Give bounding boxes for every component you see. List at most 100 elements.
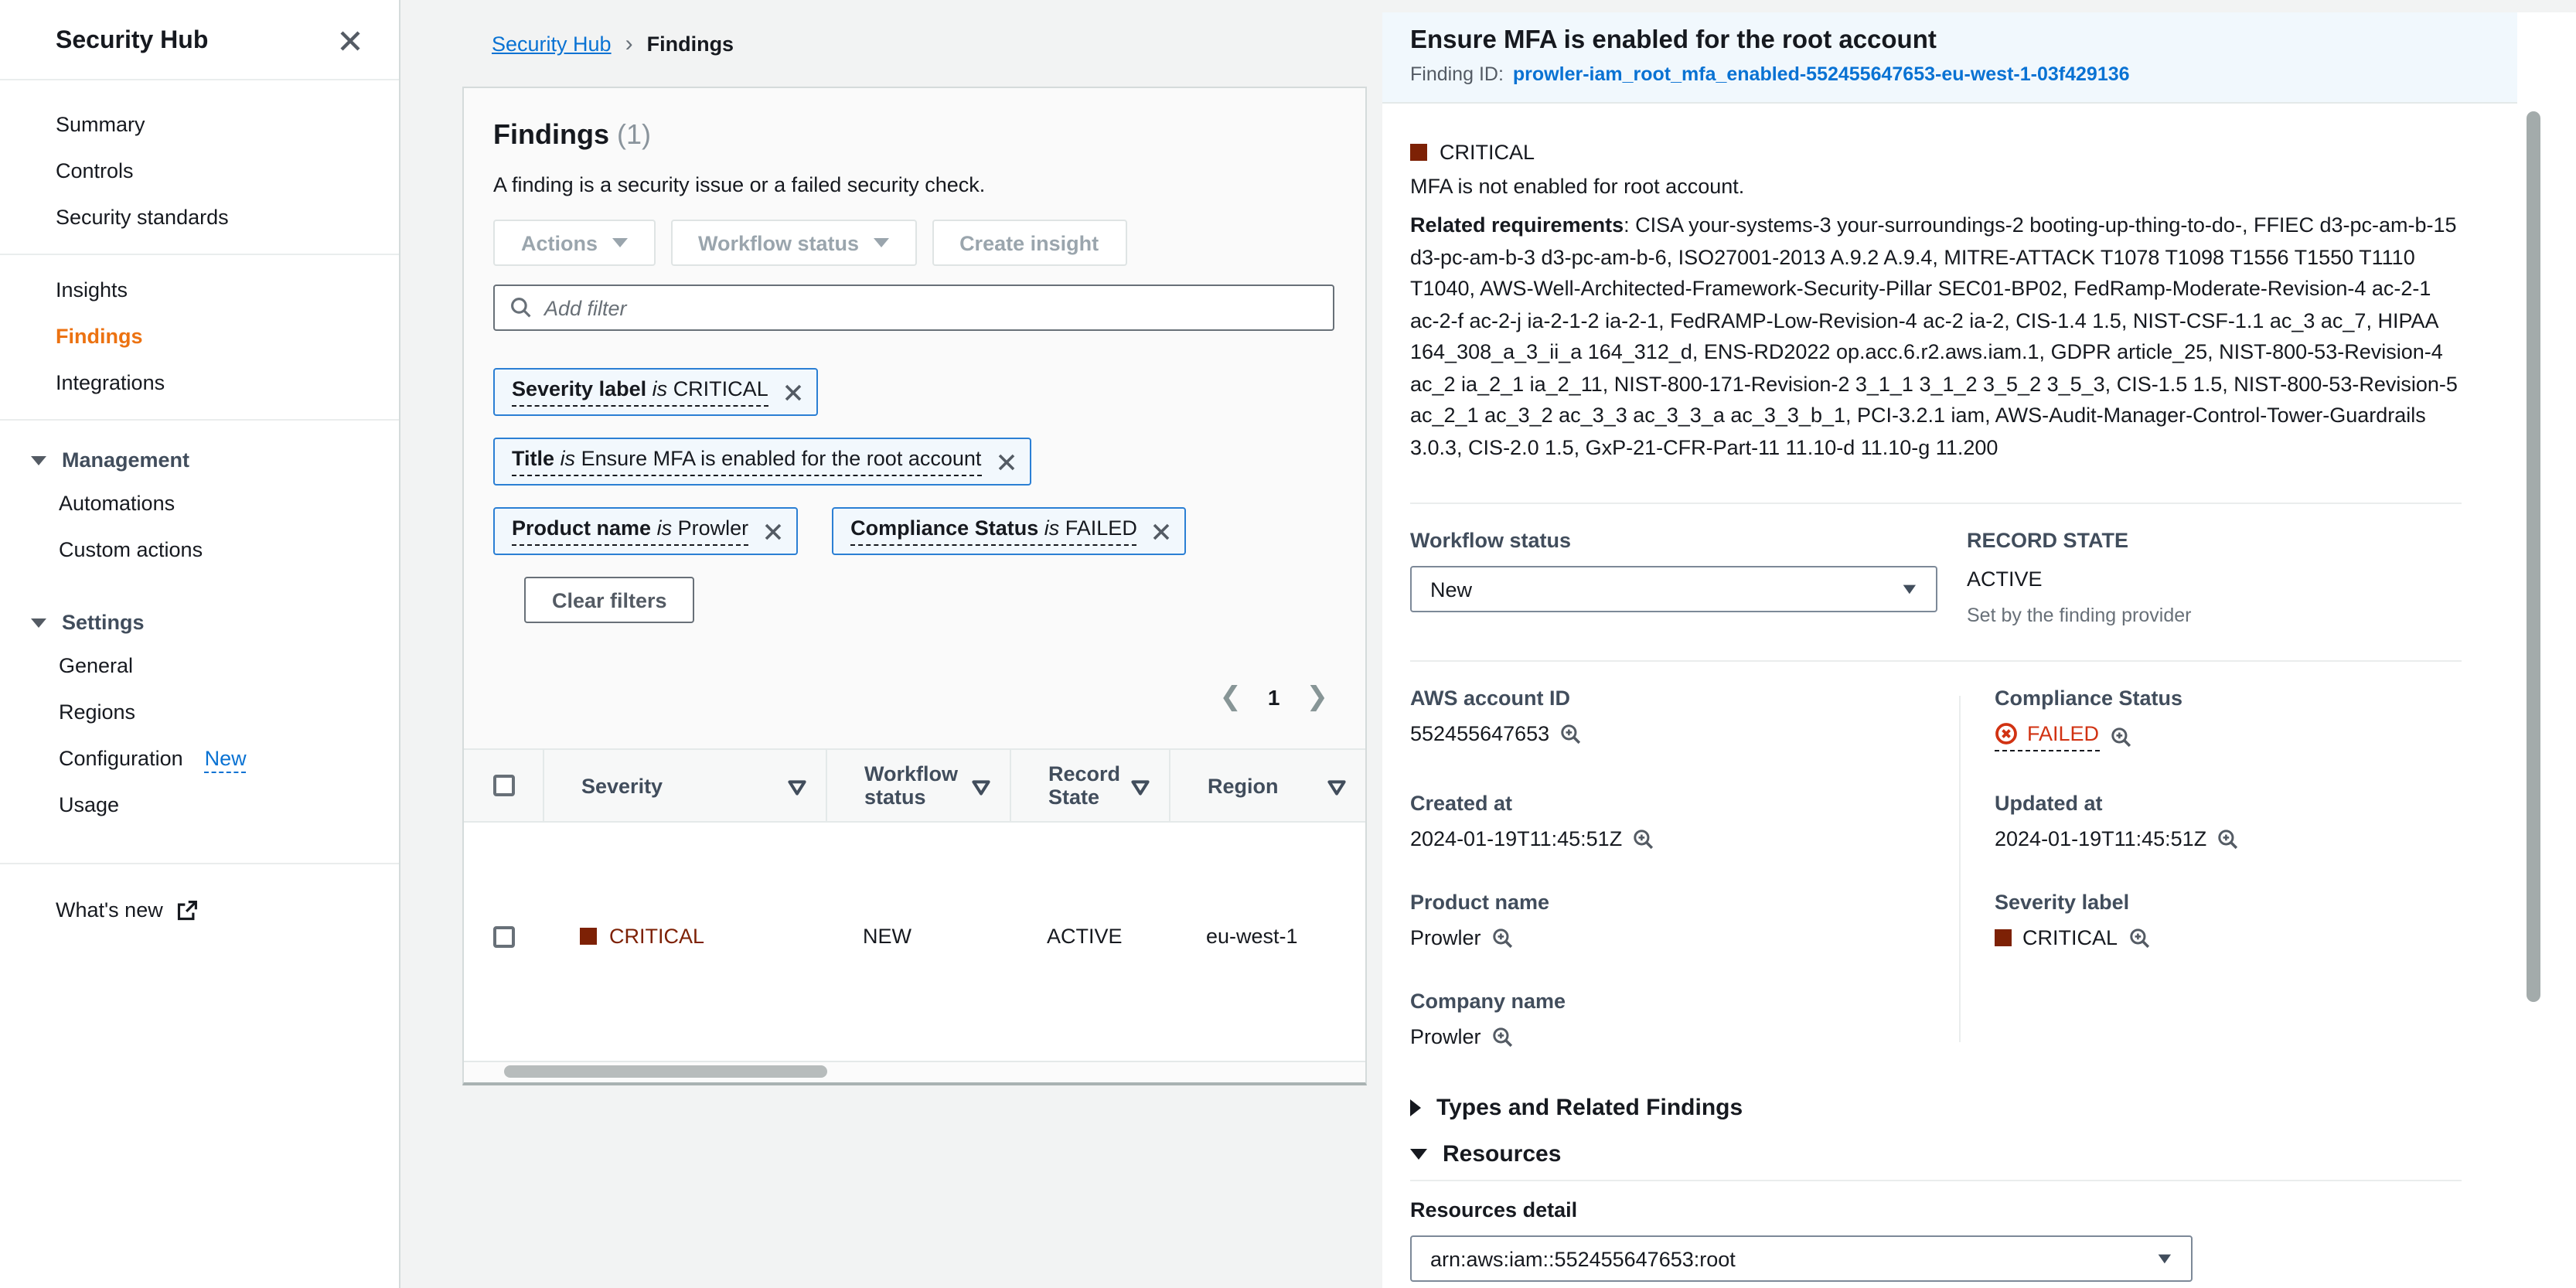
compliance-status-value[interactable]: FAILED [1995, 722, 2099, 751]
remove-filter-icon[interactable] [997, 452, 1015, 471]
column-label: Region [1208, 774, 1279, 797]
chevron-down-icon [31, 618, 46, 628]
filter-token-text[interactable]: Title is Ensure MFA is enabled for the r… [512, 447, 981, 476]
finding-fields: AWS account ID 552455647653 Compliance S… [1410, 687, 2462, 1048]
sidebar-item-findings[interactable]: Findings [0, 314, 399, 360]
page-title-text: Findings [493, 119, 609, 150]
breadcrumb-current: Findings [647, 32, 734, 56]
workflow-status-button[interactable]: Workflow status [670, 220, 916, 266]
page-number[interactable]: 1 [1268, 685, 1280, 710]
filter-icon[interactable] [1327, 779, 1347, 796]
create-insight-button[interactable]: Create insight [932, 220, 1126, 266]
filter-token-text[interactable]: Compliance Status is FAILED [850, 516, 1137, 546]
zoom-in-icon[interactable] [1492, 1026, 1514, 1048]
sidebar-section-settings[interactable]: Settings [0, 595, 399, 643]
previous-page-icon[interactable]: ❮ [1219, 682, 1242, 713]
resources-detail-select[interactable]: arn:aws:iam::552455647653:root ▼ [1410, 1235, 2193, 1282]
zoom-in-icon[interactable] [2217, 828, 2239, 850]
sidebar-item-controls[interactable]: Controls [0, 148, 399, 195]
create-insight-button-label: Create insight [959, 231, 1099, 254]
clear-filters-button[interactable]: Clear filters [524, 577, 695, 623]
breadcrumb-link-security-hub[interactable]: Security Hub [492, 32, 612, 56]
filter-input[interactable]: Add filter [493, 285, 1334, 331]
sidebar-item-usage[interactable]: Usage [0, 782, 399, 829]
next-page-icon[interactable]: ❯ [1307, 682, 1329, 713]
column-header-severity[interactable]: Severity [543, 750, 826, 821]
chevron-down-icon [31, 456, 46, 465]
sidebar-item-automations[interactable]: Automations [0, 481, 399, 527]
resources-detail-label: Resources detail [1410, 1198, 2462, 1222]
field-label: AWS account ID [1410, 687, 1959, 710]
sidebar-item-integrations[interactable]: Integrations [0, 360, 399, 407]
sidebar-title: Security Hub [56, 28, 208, 54]
divider [1410, 1180, 2462, 1181]
filter-icon[interactable] [971, 779, 991, 796]
remove-filter-icon[interactable] [764, 522, 782, 540]
section-types-and-related-findings[interactable]: Types and Related Findings [1410, 1095, 2462, 1121]
new-badge[interactable]: New [205, 747, 247, 773]
token-value: CRITICAL [673, 377, 768, 400]
filter-token-row: Title is Ensure MFA is enabled for the r… [493, 438, 1334, 486]
filter-token-text[interactable]: Product name is Prowler [512, 516, 748, 546]
horizontal-scrollbar-thumb[interactable] [504, 1065, 827, 1078]
sidebar-item-summary[interactable]: Summary [0, 102, 399, 148]
zoom-in-icon[interactable] [1633, 828, 1654, 850]
zoom-in-icon[interactable] [2128, 927, 2150, 949]
finding-id-link[interactable]: prowler-iam_root_mfa_enabled-55245564765… [1513, 63, 2130, 85]
row-checkbox[interactable] [492, 925, 514, 947]
filter-token-text[interactable]: Severity label is CRITICAL [512, 377, 768, 407]
external-link-icon [177, 899, 199, 921]
table-header: Severity Workflow status Record State Re… [464, 748, 1365, 823]
workflow-status-field: Workflow status New ▼ [1410, 529, 1967, 626]
zoom-in-icon[interactable] [1560, 723, 1582, 745]
select-all-checkbox[interactable] [492, 775, 514, 796]
sidebar: Security Hub Summary Controls Security s… [0, 0, 400, 1288]
filter-token-compliance: Compliance Status is FAILED [832, 507, 1187, 555]
severity-critical-icon [1995, 929, 2012, 946]
divider [0, 419, 399, 421]
close-icon[interactable] [339, 29, 362, 53]
whats-new-label: What's new [56, 898, 163, 922]
cell-workflow-status: NEW [826, 925, 1010, 948]
chevron-down-icon [612, 238, 627, 247]
field-value: CRITICAL [2022, 926, 2118, 949]
section-resources[interactable]: Resources [1410, 1141, 2462, 1167]
table-row[interactable]: CRITICAL NEW ACTIVE eu-west-1 [464, 823, 1365, 948]
token-value: Ensure MFA is enabled for the root accou… [581, 447, 982, 470]
record-state-field: RECORD STATE ACTIVE Set by the finding p… [1967, 529, 2462, 626]
sidebar-item-whats-new[interactable]: What's new [0, 877, 399, 937]
column-header-workflow-status[interactable]: Workflow status [826, 750, 1010, 821]
token-value: FAILED [1065, 516, 1137, 540]
filter-token-row: Severity label is CRITICAL [493, 368, 1334, 416]
remove-filter-icon[interactable] [1153, 522, 1171, 540]
resources-detail-value: arn:aws:iam::552455647653:root [1430, 1247, 1736, 1270]
filter-icon[interactable] [787, 779, 807, 796]
sidebar-item-regions[interactable]: Regions [0, 690, 399, 736]
product-name-field: Product name Prowler [1410, 891, 1959, 949]
column-header-region[interactable]: Region [1169, 750, 1365, 821]
column-header-record-state[interactable]: Record State [1010, 750, 1169, 821]
toolbar: Actions Workflow status Create insight [493, 220, 1334, 266]
sidebar-item-custom-actions[interactable]: Custom actions [0, 527, 399, 574]
workflow-status-select[interactable]: New ▼ [1410, 566, 1937, 612]
related-requirements: Related requirements: CISA your-systems-… [1410, 210, 2462, 464]
horizontal-scrollbar [464, 1061, 1365, 1081]
created-at-field: Created at 2024-01-19T11:45:51Z [1410, 792, 1959, 850]
sidebar-item-configuration[interactable]: ConfigurationNew [0, 736, 399, 782]
zoom-in-icon[interactable] [2110, 726, 2131, 748]
vertical-scrollbar-thumb[interactable] [2527, 111, 2540, 1002]
token-field: Severity label [512, 377, 646, 400]
filter-token-row: Product name is Prowler Compliance Statu… [493, 507, 1334, 555]
sidebar-item-general[interactable]: General [0, 643, 399, 690]
severity-label-field: Severity label CRITICAL [1959, 891, 2462, 949]
clear-filters-label: Clear filters [552, 588, 667, 612]
actions-button[interactable]: Actions [493, 220, 655, 266]
sidebar-section-management[interactable]: Management [0, 433, 399, 481]
sidebar-item-security-standards[interactable]: Security standards [0, 195, 399, 241]
zoom-in-icon[interactable] [1492, 927, 1514, 949]
remove-filter-icon[interactable] [784, 383, 802, 401]
filter-icon[interactable] [1130, 779, 1150, 796]
field-value: Prowler [1410, 1025, 1481, 1048]
field-value: FAILED [2027, 722, 2099, 745]
sidebar-item-insights[interactable]: Insights [0, 267, 399, 314]
